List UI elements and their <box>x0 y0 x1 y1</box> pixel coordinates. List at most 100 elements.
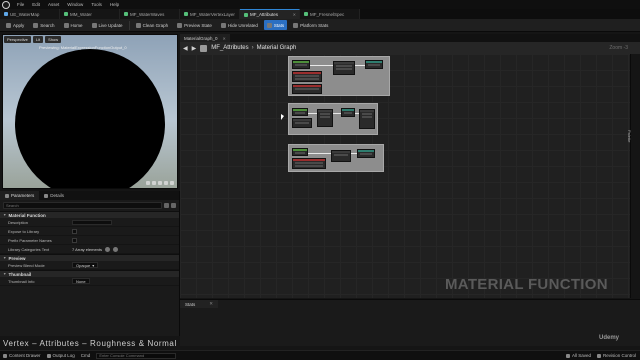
home-button[interactable]: Home <box>61 20 86 30</box>
tab-material-graph[interactable]: MaterialGraph_0 ✕ <box>180 34 230 42</box>
parameters-icon <box>5 193 9 198</box>
section-title: Thumbnail <box>8 271 32 277</box>
cylinder-icon[interactable] <box>146 181 150 185</box>
material-graph-canvas[interactable] <box>180 54 630 298</box>
graph-node[interactable] <box>365 60 383 69</box>
lit-button[interactable]: Lit <box>32 36 44 43</box>
tab-mm-water[interactable]: MM_Water <box>60 9 120 19</box>
breadcrumb-item[interactable]: MF_Attributes <box>211 45 248 51</box>
settings-icon[interactable] <box>171 203 176 208</box>
material-function-icon <box>184 12 188 16</box>
graph-node[interactable] <box>292 118 312 128</box>
graph-node[interactable] <box>317 109 333 127</box>
plane-icon[interactable] <box>158 181 162 185</box>
back-arrow-icon[interactable]: ◀ <box>183 45 188 52</box>
tab-mf-fresnelspec[interactable]: MF_FresnelSpec <box>300 9 360 19</box>
menu-asset[interactable]: Asset <box>44 2 63 7</box>
details-search-input[interactable] <box>3 202 162 209</box>
filter-icon[interactable] <box>164 203 169 208</box>
graph-node[interactable] <box>292 84 322 94</box>
status-label: All Saved <box>571 353 591 358</box>
details-search-row <box>0 200 179 211</box>
material-function-icon <box>124 12 128 16</box>
home-label: Home <box>70 22 83 28</box>
menu-edit[interactable]: Edit <box>28 2 44 7</box>
menu-window[interactable]: Window <box>63 2 87 7</box>
forward-arrow-icon[interactable]: ▶ <box>192 45 197 52</box>
revision-control-button[interactable]: Revision Control <box>596 353 636 358</box>
menu-bar: File Edit Asset Window Tools Help <box>0 0 640 9</box>
node-group[interactable] <box>288 103 378 135</box>
palette-sidebar[interactable] <box>630 54 640 298</box>
video-caption: Vertex – Attributes – Roughness & Normal <box>3 339 177 348</box>
clean-graph-button[interactable]: Clean Graph <box>133 20 172 30</box>
prefix-parameter-names-checkbox[interactable] <box>72 237 77 243</box>
tab-ue-watermap[interactable]: UE_WaterMap <box>0 9 60 19</box>
section-material-function[interactable]: ▼ Material Function <box>0 211 179 218</box>
console-command-input[interactable] <box>96 352 177 359</box>
graph-node[interactable] <box>333 61 355 75</box>
property-value <box>72 228 77 234</box>
tab-label: UE_WaterMap <box>10 11 40 17</box>
graph-node[interactable] <box>292 60 310 69</box>
preview-state-button[interactable]: Preview State <box>174 20 215 30</box>
node-group[interactable] <box>288 56 390 96</box>
material-function-icon <box>304 12 308 16</box>
preview-blend-mode-select[interactable]: Opaque ▾ <box>72 262 99 268</box>
teapot-icon[interactable] <box>170 181 174 185</box>
property-row: Description <box>0 218 179 227</box>
menu-help[interactable]: Help <box>106 2 123 7</box>
search-button[interactable]: Search <box>30 20 57 30</box>
graph-node[interactable] <box>341 108 355 117</box>
tab-mf-watervertexlayer[interactable]: MF_WaterVertexLayer <box>180 9 240 19</box>
section-preview[interactable]: ▼ Preview <box>0 254 179 261</box>
property-row: Preview Blend Mode Opaque ▾ <box>0 261 179 270</box>
close-icon[interactable]: ✕ <box>293 12 296 17</box>
section-thumbnail[interactable]: ▼ Thumbnail <box>0 270 179 277</box>
details-tabs: Parameters Details <box>0 191 179 200</box>
add-element-icon[interactable] <box>105 246 111 252</box>
palette-tab[interactable]: Palette <box>627 130 632 142</box>
thumbnail-info-select[interactable]: None <box>72 278 90 284</box>
property-label: Thumbnail Info <box>8 278 35 284</box>
content-drawer-button[interactable]: Content Drawer <box>3 353 41 358</box>
close-icon[interactable]: ✕ <box>209 301 213 307</box>
stats-button[interactable]: Stats <box>263 20 288 30</box>
stats-icon <box>266 22 272 28</box>
graph-node[interactable] <box>292 158 326 169</box>
menu-file[interactable]: File <box>13 2 28 7</box>
tab-stats[interactable]: Stats ✕ <box>180 300 219 308</box>
cube-icon[interactable] <box>164 181 168 185</box>
tab-parameters[interactable]: Parameters <box>0 191 40 200</box>
menu-tools[interactable]: Tools <box>87 2 106 7</box>
all-saved-indicator[interactable]: All Saved <box>565 353 591 358</box>
tab-mf-waterwaves[interactable]: MF_WaterWaves <box>120 9 180 19</box>
tab-label: MF_FresnelSpec <box>310 11 345 17</box>
platform-stats-button[interactable]: Platform Stats <box>290 20 331 30</box>
graph-node[interactable] <box>331 150 351 162</box>
description-field[interactable] <box>72 219 112 225</box>
graph-node[interactable] <box>292 148 308 156</box>
breadcrumb-item[interactable]: Material Graph <box>257 45 297 51</box>
node-group[interactable] <box>288 144 384 172</box>
graph-node[interactable] <box>292 71 322 82</box>
cmd-button[interactable]: Cmd <box>81 353 91 358</box>
graph-node[interactable] <box>292 108 308 116</box>
live-update-button[interactable]: Live Update <box>89 20 126 30</box>
tab-details[interactable]: Details <box>39 191 69 200</box>
graph-node[interactable] <box>357 149 375 158</box>
viewport-toolbar: Perspective Lit Show <box>4 36 62 43</box>
graph-node[interactable] <box>359 109 375 129</box>
sphere-icon[interactable] <box>152 181 156 185</box>
expose-to-library-checkbox[interactable] <box>72 228 77 234</box>
hide-unrelated-button[interactable]: Hide Unrelated <box>218 20 261 30</box>
close-icon[interactable]: ✕ <box>223 36 226 41</box>
tab-mf-attributes[interactable]: MF_Attributes ✕ <box>240 9 300 19</box>
preview-viewport[interactable]: Perspective Lit Show Previewing: Materia… <box>2 34 178 189</box>
revision-control-icon <box>596 353 601 358</box>
apply-button[interactable]: Apply <box>3 20 27 30</box>
trash-icon[interactable] <box>113 246 119 252</box>
show-button[interactable]: Show <box>45 36 62 43</box>
output-log-button[interactable]: Output Log <box>46 353 75 358</box>
perspective-button[interactable]: Perspective <box>4 36 31 43</box>
